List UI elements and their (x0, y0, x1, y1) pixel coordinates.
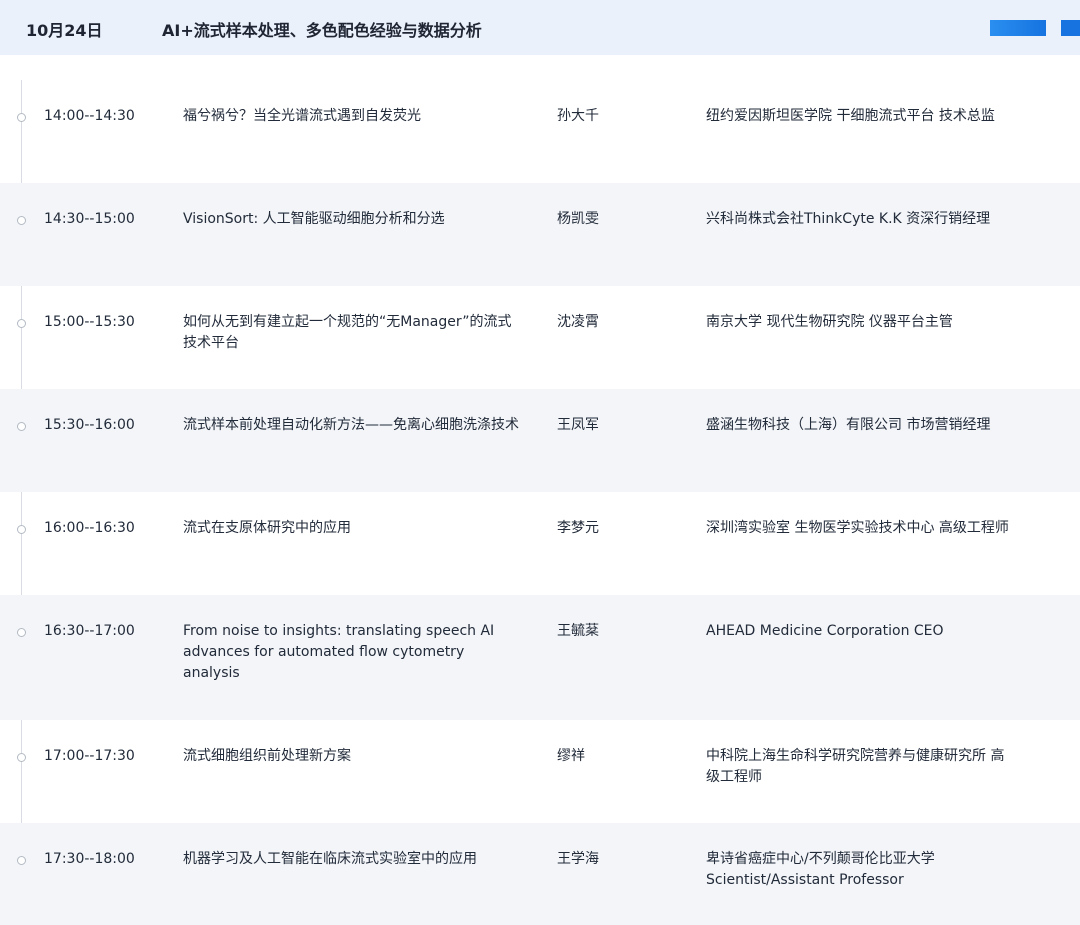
session-organization: 南京大学 现代生物研究院 仪器平台主管 (706, 314, 953, 330)
timeline-dot-icon (17, 319, 26, 328)
session-topic: 福兮祸兮？当全光谱流式遇到自发荧光 (183, 108, 421, 124)
timeline-dot-icon (17, 628, 26, 637)
session-speaker: 沈凌霄 (557, 314, 599, 330)
day-header: 10月24日 AI+流式样本处理、多色配色经验与数据分析 (0, 0, 1080, 55)
timeline-dot-icon (17, 216, 26, 225)
session-time: 17:00--17:30 (44, 748, 135, 764)
timeline-dot-icon (17, 856, 26, 865)
session-speaker: 王凤军 (557, 417, 599, 433)
schedule-row: 17:00--17:30 流式细胞组织前处理新方案 缪祥 中科院上海生命科学研究… (0, 720, 1080, 823)
session-time: 14:00--14:30 (44, 108, 135, 124)
schedule-row: 14:30--15:00 VisionSort: 人工智能驱动细胞分析和分选 杨… (0, 183, 1080, 286)
timeline-dot-icon (17, 525, 26, 534)
day-title: AI+流式样本处理、多色配色经验与数据分析 (162, 21, 482, 40)
session-time: 15:00--15:30 (44, 314, 135, 330)
session-topic: VisionSort: 人工智能驱动细胞分析和分选 (183, 211, 445, 227)
session-topic: 流式细胞组织前处理新方案 (183, 748, 351, 764)
session-time: 14:30--15:00 (44, 211, 135, 227)
schedule-row: 15:00--15:30 如何从无到有建立起一个规范的“无Manager”的流式… (0, 286, 1080, 389)
session-organization: AHEAD Medicine Corporation CEO (706, 623, 944, 639)
session-speaker: 李梦元 (557, 520, 599, 536)
schedule-list: 14:00--14:30 福兮祸兮？当全光谱流式遇到自发荧光 孙大千 纽约爱因斯… (0, 80, 1080, 925)
schedule-row: 16:30--17:00 From noise to insights: tra… (0, 595, 1080, 720)
session-organization: 纽约爱因斯坦医学院 干细胞流式平台 技术总监 (706, 108, 995, 124)
session-time: 17:30--18:00 (44, 851, 135, 867)
session-topic: From noise to insights: translating spee… (183, 623, 495, 681)
agenda-page: 10月24日 AI+流式样本处理、多色配色经验与数据分析 14:00--14:3… (0, 0, 1080, 925)
session-organization: 盛涵生物科技（上海）有限公司 市场营销经理 (706, 417, 991, 433)
session-speaker: 王毓棻 (557, 623, 599, 639)
session-speaker: 缪祥 (557, 748, 585, 764)
header-accent-bar (990, 20, 1046, 36)
timeline-dot-icon (17, 422, 26, 431)
session-topic: 流式样本前处理自动化新方法——免离心细胞洗涤技术 (183, 417, 519, 433)
schedule-row: 16:00--16:30 流式在支原体研究中的应用 李梦元 深圳湾实验室 生物医… (0, 492, 1080, 595)
session-topic: 如何从无到有建立起一个规范的“无Manager”的流式技术平台 (183, 314, 512, 351)
session-time: 16:30--17:00 (44, 623, 135, 639)
session-time: 15:30--16:00 (44, 417, 135, 433)
session-organization: 深圳湾实验室 生物医学实验技术中心 高级工程师 (706, 520, 1009, 536)
session-organization: 兴科尚株式会社ThinkCyte K.K 资深行销经理 (706, 211, 991, 227)
timeline-dot-icon (17, 753, 26, 762)
session-organization: 中科院上海生命科学研究院营养与健康研究所 高级工程师 (706, 748, 1005, 785)
session-topic: 流式在支原体研究中的应用 (183, 520, 351, 536)
session-speaker: 孙大千 (557, 108, 599, 124)
day-date: 10月24日 (26, 21, 103, 40)
timeline-dot-icon (17, 113, 26, 122)
session-speaker: 杨凯雯 (557, 211, 599, 227)
session-speaker: 王学海 (557, 851, 599, 867)
session-time: 16:00--16:30 (44, 520, 135, 536)
session-topic: 机器学习及人工智能在临床流式实验室中的应用 (183, 851, 477, 867)
header-accent-bar-secondary (1061, 20, 1080, 36)
schedule-row: 15:30--16:00 流式样本前处理自动化新方法——免离心细胞洗涤技术 王凤… (0, 389, 1080, 492)
session-organization: 卑诗省癌症中心/不列颠哥伦比亚大学 Scientist/Assistant Pr… (706, 851, 935, 888)
schedule-row: 14:00--14:30 福兮祸兮？当全光谱流式遇到自发荧光 孙大千 纽约爱因斯… (0, 80, 1080, 183)
schedule-row: 17:30--18:00 机器学习及人工智能在临床流式实验室中的应用 王学海 卑… (0, 823, 1080, 925)
